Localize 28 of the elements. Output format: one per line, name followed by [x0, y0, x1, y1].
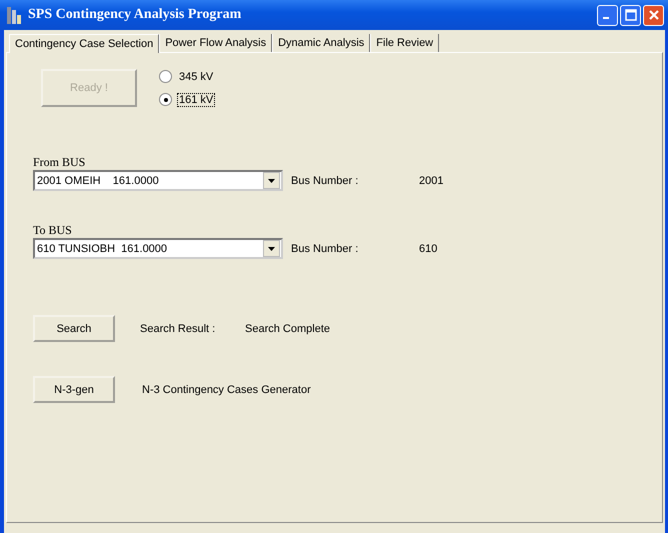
search-result-label: Search Result :: [140, 322, 216, 334]
bus-dropdown[interactable]: 610 TUNSIOBH 161.0000: [33, 238, 283, 259]
generator-description: N-3 Contingency Cases Generator: [142, 384, 311, 396]
bus-dropdown[interactable]: 2001 OMEIH 161.0000: [33, 170, 283, 191]
tab[interactable]: Dynamic Analysis: [272, 34, 370, 52]
caret-icon: [268, 178, 275, 182]
minimize-button[interactable]: [597, 4, 618, 26]
tab[interactable]: Contingency Case Selection: [9, 34, 160, 53]
close-button[interactable]: [643, 4, 664, 26]
maximize-icon: [624, 9, 636, 21]
minimize-icon: [603, 17, 609, 19]
search-result-value: Search Complete: [245, 322, 330, 334]
tab[interactable]: File Review: [370, 34, 440, 52]
close-icon: [648, 9, 660, 21]
tab[interactable]: Power Flow Analysis: [159, 34, 272, 52]
field-label: From BUS: [33, 155, 86, 170]
window-title: SPS Contingency Analysis Program: [28, 7, 242, 23]
radio-option[interactable]: 161 kV: [159, 93, 214, 106]
caret-icon: [268, 246, 275, 250]
bus-number-label: Bus Number :: [291, 242, 360, 254]
generator-button[interactable]: N-3-gen: [33, 376, 115, 403]
bus-number-label: Bus Number :: [291, 174, 360, 186]
search-button[interactable]: Search: [33, 315, 115, 342]
bus-number-value: 610: [419, 242, 438, 254]
bus-number-value: 2001: [419, 174, 444, 186]
maximize-button[interactable]: [620, 4, 641, 26]
radio-option[interactable]: 345 kV: [159, 70, 214, 83]
field-label: To BUS: [33, 223, 73, 238]
